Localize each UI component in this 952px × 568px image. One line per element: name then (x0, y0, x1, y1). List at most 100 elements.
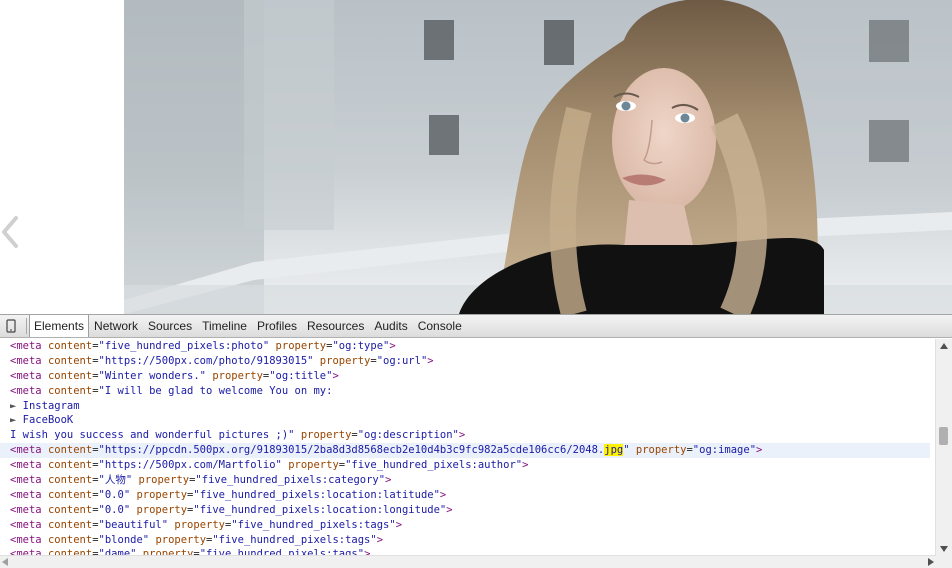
scrollbar-thumb[interactable] (939, 427, 948, 445)
chevron-left-icon[interactable] (0, 210, 22, 254)
attr-name: property (288, 459, 339, 472)
code-line[interactable]: <meta content="0.0" property="five_hundr… (0, 488, 930, 503)
tag-close: > (427, 354, 434, 367)
attr-value: "og:title" (269, 369, 333, 382)
tag-close: > (522, 459, 529, 472)
horizontal-scrollbar[interactable] (0, 555, 936, 568)
code-line[interactable]: ► Instagram (0, 399, 930, 414)
code-line[interactable]: <meta content="beautiful" property="five… (0, 518, 930, 533)
tag-open: <meta (10, 518, 48, 531)
code-line[interactable]: <meta content="I will be glad to welcome… (0, 384, 930, 399)
tab-audits[interactable]: Audits (369, 315, 412, 337)
tab-elements[interactable]: Elements (29, 315, 90, 337)
attr-value: "beautiful" (98, 518, 169, 531)
code-line[interactable]: ► FaceBooK (0, 413, 930, 428)
scroll-up-icon[interactable] (940, 343, 948, 349)
code-line[interactable]: <meta content="blonde" property="five_hu… (0, 533, 930, 548)
attr-value: "five_hundred_pixels:photo" (98, 340, 270, 352)
photo (124, 0, 952, 314)
tag-close: > (332, 369, 339, 382)
tag-close: > (395, 518, 403, 531)
attr-value: "five_hundred_pixels:tags" (212, 533, 377, 546)
devtools-tabs: Elements Network Sources Timeline Profiles Re… (29, 315, 467, 337)
attr-name: content (47, 518, 93, 531)
tab-timeline[interactable]: Timeline (197, 315, 252, 337)
attr-name: property (136, 488, 188, 501)
attr-name: property (300, 429, 352, 442)
tag-close: > (376, 533, 384, 546)
attr-name: content (47, 459, 93, 472)
attr-value: "og:image" (692, 444, 757, 457)
attr-name: property (635, 444, 687, 457)
tag-close: > (458, 429, 466, 442)
attr-value: I wish you success and wonderful picture… (10, 429, 295, 442)
attr-value: "0.0" (98, 503, 131, 516)
tag-open: <meta (10, 533, 48, 546)
code-line[interactable]: <meta content="https://ppcdn.500px.org/9… (0, 443, 930, 459)
elements-code-view[interactable]: <meta content="five_hundred_pixels:photo… (0, 339, 930, 556)
attr-name: property (136, 503, 188, 516)
attr-value: "five_hundred_pixels:location:longitude" (193, 503, 447, 516)
tab-profiles[interactable]: Profiles (252, 315, 302, 337)
attr-value: "https://ppcdn.500px.org/91893015/2ba8d3… (98, 444, 605, 457)
devtools-toolbar: Elements Network Sources Timeline Profiles Re… (0, 315, 952, 338)
attr-value: "five_hundred_pixels:author" (345, 459, 523, 472)
tag-open: <meta (10, 354, 48, 367)
scrollbar-corner (936, 556, 952, 568)
tab-network[interactable]: Network (89, 315, 143, 337)
attr-name: content (47, 444, 93, 457)
attr-value: "five_hundred_pixels:tags" (231, 518, 396, 531)
code-line[interactable]: <meta content="人物" property="five_hundre… (0, 473, 930, 488)
devtools-panel: Elements Network Sources Timeline Profiles Re… (0, 314, 952, 568)
code-line[interactable]: <meta content="0.0" property="five_hundr… (0, 503, 930, 518)
vertical-scrollbar[interactable] (935, 339, 952, 556)
code-line[interactable]: I wish you success and wonderful picture… (0, 428, 930, 443)
tab-resources[interactable]: Resources (302, 315, 369, 337)
attr-name: content (47, 384, 93, 397)
tag-close: > (446, 503, 453, 516)
tab-sources[interactable]: Sources (143, 315, 197, 337)
attr-name: property (174, 518, 225, 531)
tag-close: > (756, 444, 763, 457)
attr-name: content (47, 474, 93, 487)
device-mode-icon[interactable] (4, 316, 18, 336)
tag-open: <meta (10, 340, 48, 352)
code-line[interactable]: <meta content="Winter wonders." property… (0, 369, 930, 384)
search-match: jpg (604, 444, 624, 457)
tag-close: > (385, 474, 392, 487)
scroll-down-icon[interactable] (940, 546, 948, 552)
tab-console[interactable]: Console (413, 315, 467, 337)
page-top (0, 0, 952, 314)
tag-open: <meta (10, 503, 48, 516)
attr-name: property (155, 533, 207, 546)
attr-value: "0.0" (98, 488, 131, 501)
attr-value: "og:url" (376, 354, 428, 367)
attr-value-text: FaceBooK (22, 414, 74, 427)
expand-triangle-icon: ► (10, 399, 23, 412)
attr-value: "five_hundred_pixels:category" (195, 474, 386, 487)
attr-value: "https://500px.com/Martfolio" (98, 459, 282, 472)
attr-value: "Winter wonders." (98, 369, 206, 382)
attr-value: "og:description" (357, 429, 459, 442)
scroll-left-icon[interactable] (2, 558, 8, 566)
attr-value: "https://500px.com/photo/91893015" (98, 354, 314, 367)
photo-image (124, 0, 952, 314)
tag-open: <meta (10, 474, 48, 487)
tag-open: <meta (10, 369, 48, 382)
tag-open: <meta (10, 444, 48, 457)
attr-value: "I will be glad to welcome You on my: (98, 384, 333, 397)
code-line[interactable]: <meta content="https://500px.com/photo/9… (0, 354, 930, 369)
tag-open: <meta (10, 488, 48, 501)
tag-close: > (439, 488, 447, 501)
attr-value: "og:type" (332, 340, 390, 352)
code-line[interactable]: <meta content="https://500px.com/Martfol… (0, 458, 930, 473)
scroll-right-icon[interactable] (928, 558, 934, 566)
attr-name: content (47, 369, 93, 382)
attr-name: property (319, 354, 371, 367)
attr-name: content (47, 533, 93, 546)
code-line[interactable]: <meta content="five_hundred_pixels:photo… (0, 339, 930, 354)
attr-name: content (47, 503, 93, 516)
attr-value: "blonde" (98, 533, 150, 546)
attr-value: "five_hundred_pixels:location:latitude" (193, 488, 440, 501)
expand-triangle-icon: ► (10, 414, 23, 427)
